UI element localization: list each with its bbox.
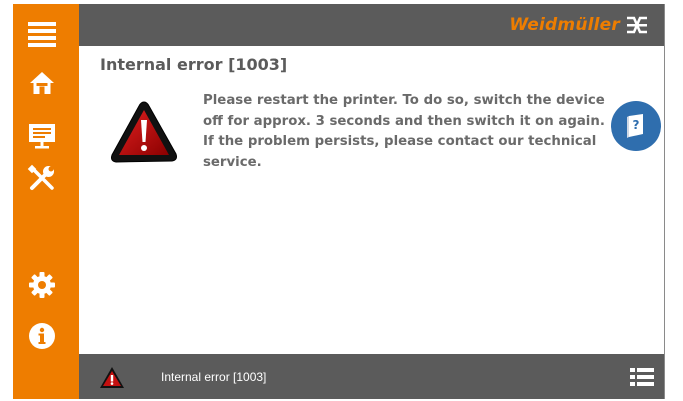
status-bar: Internal error [1003]: [79, 354, 664, 399]
info-icon[interactable]: [26, 320, 58, 352]
page-title: Internal error [1003]: [100, 55, 288, 74]
brand-logo: Weidmüller: [509, 13, 648, 37]
status-warning-icon: [100, 367, 124, 388]
top-bar: Weidmüller: [79, 4, 664, 46]
tools-icon[interactable]: [26, 162, 58, 194]
app-window: Weidmüller Internal error [1003] Please …: [13, 4, 665, 399]
list-icon[interactable]: [630, 367, 654, 387]
error-panel: Internal error [1003] Please restart the…: [79, 46, 664, 354]
menu-icon[interactable]: [26, 18, 58, 50]
warning-icon: [111, 101, 177, 163]
help-button[interactable]: ?: [611, 101, 661, 151]
status-text: Internal error [1003]: [161, 370, 267, 384]
svg-text:?: ?: [633, 118, 640, 132]
brand-mark-icon: [627, 16, 647, 34]
brand-name: Weidmüller: [509, 15, 620, 35]
help-book-icon: ?: [627, 114, 643, 138]
home-icon[interactable]: [26, 67, 58, 99]
error-message: Please restart the printer. To do so, sw…: [203, 93, 605, 170]
presentation-icon[interactable]: [26, 120, 58, 152]
sidebar: [13, 4, 79, 399]
gear-icon[interactable]: [26, 269, 58, 301]
